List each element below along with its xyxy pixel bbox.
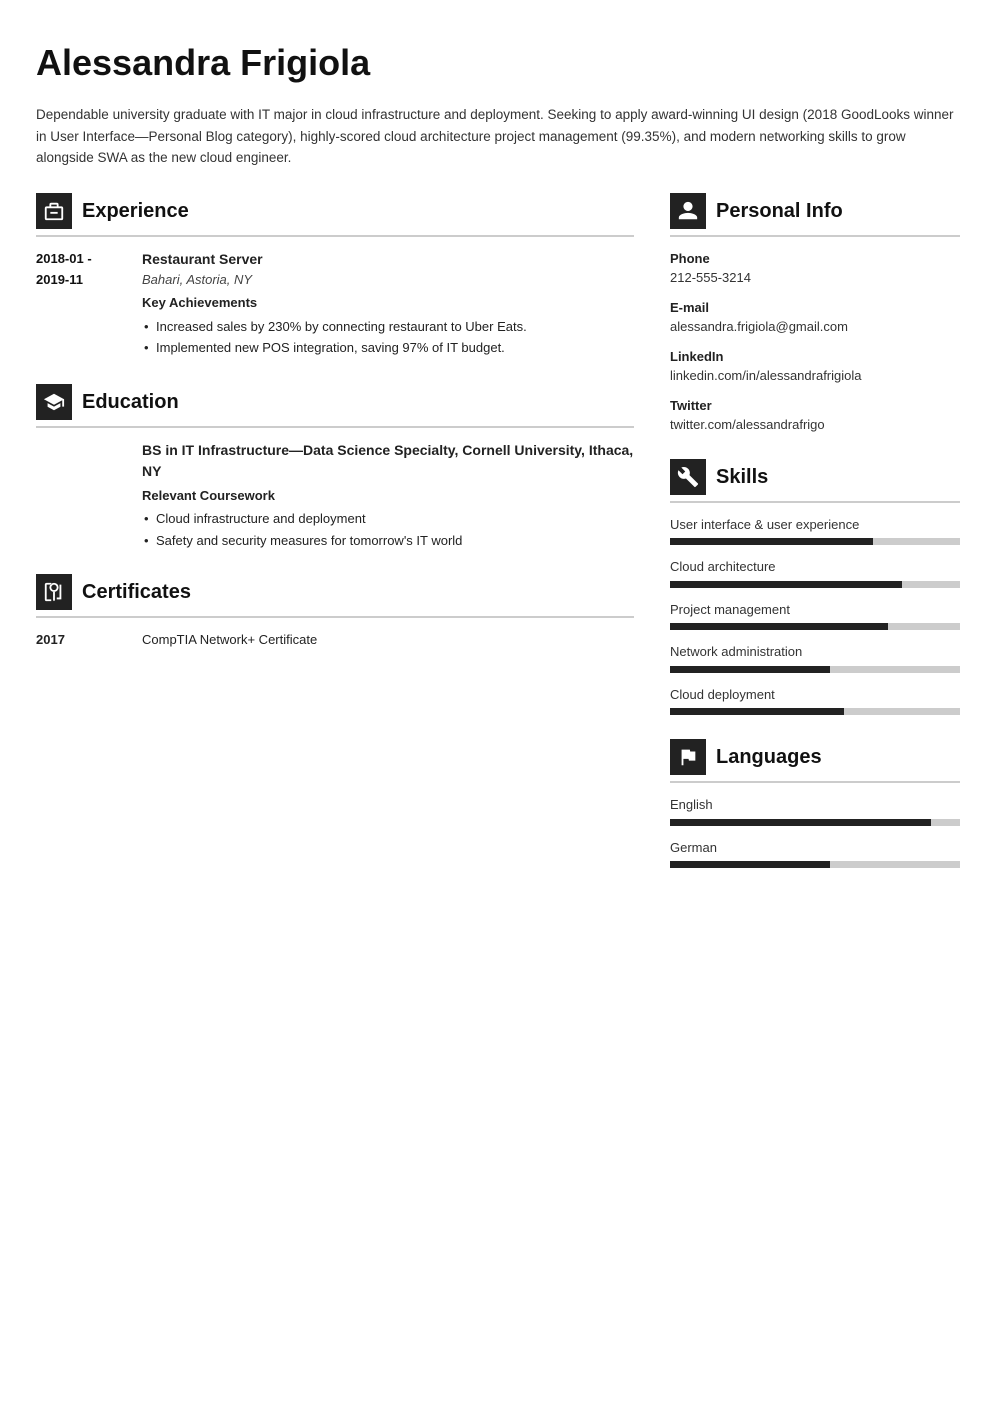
linkedin-value: linkedin.com/in/alessandrafrigiola bbox=[670, 366, 960, 386]
personal-info-fields: Phone 212-555-3214 E-mail alessandra.fri… bbox=[670, 249, 960, 435]
cert-name: CompTIA Network+ Certificate bbox=[142, 630, 317, 650]
lang-name: German bbox=[670, 838, 960, 858]
graduation-cap-svg bbox=[43, 391, 65, 413]
achievements-title: Key Achievements bbox=[142, 293, 634, 313]
twitter-label: Twitter bbox=[670, 396, 960, 416]
flag-svg bbox=[677, 746, 699, 768]
phone-field: Phone 212-555-3214 bbox=[670, 249, 960, 288]
skill-name: User interface & user experience bbox=[670, 515, 960, 535]
languages-section: Languages English German bbox=[670, 739, 960, 868]
skill-bar-bg bbox=[670, 581, 960, 588]
skills-svg bbox=[677, 466, 699, 488]
education-icon bbox=[36, 384, 72, 420]
skill-item: Network administration bbox=[670, 642, 960, 673]
personal-info-icon bbox=[670, 193, 706, 229]
linkedin-field: LinkedIn linkedin.com/in/alessandrafrigi… bbox=[670, 347, 960, 386]
certificates-title: Certificates bbox=[82, 577, 191, 607]
personal-info-section: Personal Info Phone 212-555-3214 E-mail … bbox=[670, 193, 960, 435]
skill-bar-fill bbox=[670, 581, 902, 588]
two-column-layout: Experience 2018-01 - 2019-11 Restaurant … bbox=[36, 193, 960, 893]
lang-bar-fill bbox=[670, 819, 931, 826]
experience-content: Restaurant Server Bahari, Astoria, NY Ke… bbox=[142, 249, 634, 360]
personal-info-title: Personal Info bbox=[716, 196, 843, 226]
achievement-item: Implemented new POS integration, saving … bbox=[142, 338, 634, 358]
lang-bar-fill bbox=[670, 861, 830, 868]
skills-icon bbox=[670, 459, 706, 495]
skill-bar-bg bbox=[670, 708, 960, 715]
certificate-svg bbox=[43, 581, 65, 603]
summary-text: Dependable university graduate with IT m… bbox=[36, 104, 960, 169]
left-column: Experience 2018-01 - 2019-11 Restaurant … bbox=[36, 193, 634, 893]
person-svg bbox=[677, 200, 699, 222]
languages-title: Languages bbox=[716, 742, 822, 772]
email-field: E-mail alessandra.frigiola@gmail.com bbox=[670, 298, 960, 337]
company-name: Bahari, Astoria, NY bbox=[142, 270, 634, 290]
skill-name: Network administration bbox=[670, 642, 960, 662]
skill-name: Cloud deployment bbox=[670, 685, 960, 705]
certificates-header: Certificates bbox=[36, 574, 634, 618]
email-label: E-mail bbox=[670, 298, 960, 318]
achievement-item: Increased sales by 230% by connecting re… bbox=[142, 317, 634, 337]
phone-label: Phone bbox=[670, 249, 960, 269]
experience-section: Experience 2018-01 - 2019-11 Restaurant … bbox=[36, 193, 634, 360]
cert-year: 2017 bbox=[36, 630, 126, 650]
experience-title: Experience bbox=[82, 196, 189, 226]
email-value: alessandra.frigiola@gmail.com bbox=[670, 317, 960, 337]
degree-title: BS in IT Infrastructure—Data Science Spe… bbox=[142, 440, 634, 482]
languages-list: English German bbox=[670, 795, 960, 868]
skill-bar-bg bbox=[670, 538, 960, 545]
skill-name: Project management bbox=[670, 600, 960, 620]
coursework-title: Relevant Coursework bbox=[142, 486, 634, 506]
linkedin-label: LinkedIn bbox=[670, 347, 960, 367]
coursework-item: Safety and security measures for tomorro… bbox=[142, 531, 634, 551]
skill-bar-fill bbox=[670, 538, 873, 545]
resume-page: Alessandra Frigiola Dependable universit… bbox=[0, 0, 996, 1406]
lang-bar-bg bbox=[670, 861, 960, 868]
language-item: German bbox=[670, 838, 960, 869]
experience-icon bbox=[36, 193, 72, 229]
phone-value: 212-555-3214 bbox=[670, 268, 960, 288]
skills-title: Skills bbox=[716, 462, 768, 492]
skill-item: User interface & user experience bbox=[670, 515, 960, 546]
skill-bar-bg bbox=[670, 623, 960, 630]
personal-info-header: Personal Info bbox=[670, 193, 960, 237]
education-header: Education bbox=[36, 384, 634, 428]
skill-bar-fill bbox=[670, 708, 844, 715]
skill-bar-fill bbox=[670, 666, 830, 673]
experience-entry: 2018-01 - 2019-11 Restaurant Server Baha… bbox=[36, 249, 634, 360]
experience-header: Experience bbox=[36, 193, 634, 237]
certificates-icon bbox=[36, 574, 72, 610]
experience-dates: 2018-01 - 2019-11 bbox=[36, 249, 126, 360]
coursework-item: Cloud infrastructure and deployment bbox=[142, 509, 634, 529]
languages-header: Languages bbox=[670, 739, 960, 783]
twitter-field: Twitter twitter.com/alessandrafrigo bbox=[670, 396, 960, 435]
skill-bar-bg bbox=[670, 666, 960, 673]
twitter-value: twitter.com/alessandrafrigo bbox=[670, 415, 960, 435]
certificate-entry: 2017 CompTIA Network+ Certificate bbox=[36, 630, 634, 650]
education-section: Education BS in IT Infrastructure—Data S… bbox=[36, 384, 634, 551]
skills-header: Skills bbox=[670, 459, 960, 503]
candidate-name: Alessandra Frigiola bbox=[36, 36, 960, 90]
job-title: Restaurant Server bbox=[142, 249, 634, 270]
language-item: English bbox=[670, 795, 960, 826]
achievements-list: Increased sales by 230% by connecting re… bbox=[142, 317, 634, 358]
education-title: Education bbox=[82, 387, 179, 417]
coursework-list: Cloud infrastructure and deployment Safe… bbox=[142, 509, 634, 550]
lang-bar-bg bbox=[670, 819, 960, 826]
certificates-section: Certificates 2017 CompTIA Network+ Certi… bbox=[36, 574, 634, 650]
education-content: BS in IT Infrastructure—Data Science Spe… bbox=[36, 440, 634, 551]
lang-name: English bbox=[670, 795, 960, 815]
skill-bar-fill bbox=[670, 623, 888, 630]
briefcase-svg bbox=[43, 200, 65, 222]
skill-name: Cloud architecture bbox=[670, 557, 960, 577]
skill-item: Cloud architecture bbox=[670, 557, 960, 588]
skills-section: Skills User interface & user experience … bbox=[670, 459, 960, 716]
skill-item: Cloud deployment bbox=[670, 685, 960, 716]
languages-icon bbox=[670, 739, 706, 775]
right-column: Personal Info Phone 212-555-3214 E-mail … bbox=[670, 193, 960, 893]
skills-list: User interface & user experience Cloud a… bbox=[670, 515, 960, 716]
skill-item: Project management bbox=[670, 600, 960, 631]
